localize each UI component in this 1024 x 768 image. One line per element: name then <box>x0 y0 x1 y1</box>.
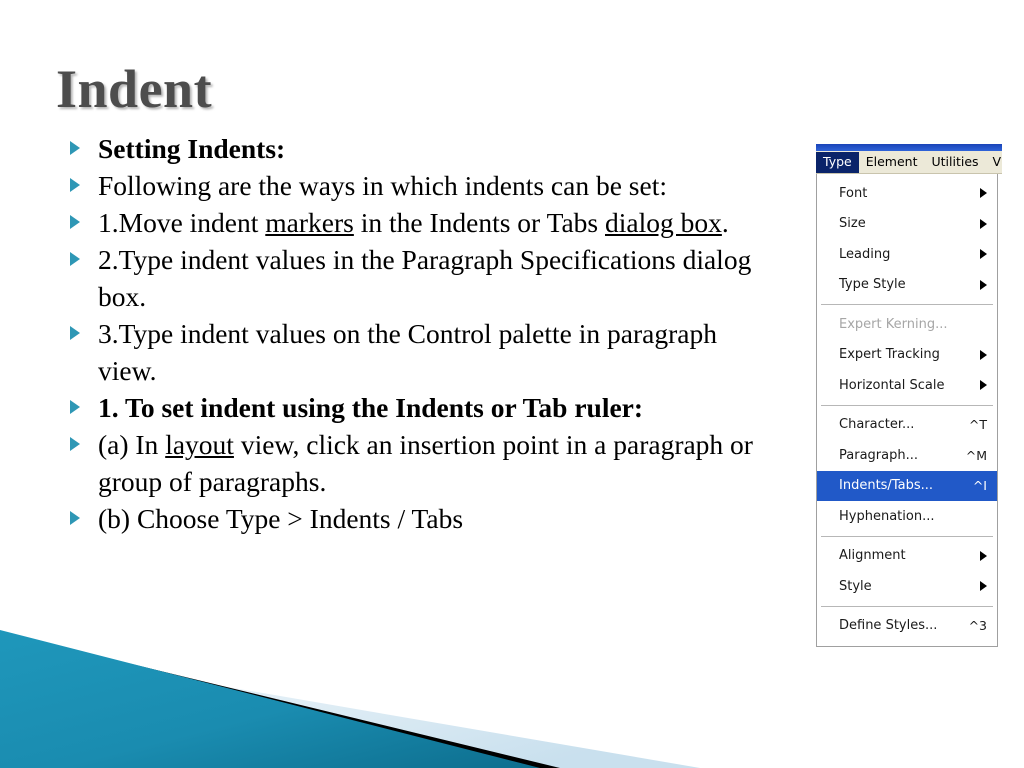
menu-item-label: Font <box>839 185 868 201</box>
triangle-bullet-icon <box>70 178 80 192</box>
text-run: (b) Choose Type > Indents / Tabs <box>98 503 464 534</box>
menu-item-label: Horizontal Scale <box>839 377 945 393</box>
menu-item-label: Hyphenation... <box>839 508 935 524</box>
list-item-text: (a) In layout view, click an insertion p… <box>98 429 753 497</box>
submenu-arrow-icon <box>980 249 987 260</box>
menu-item-horizontal-scale[interactable]: Horizontal Scale <box>817 370 997 401</box>
underlined-text: markers <box>265 207 354 238</box>
list-item: Setting Indents: <box>62 130 768 167</box>
list-item: (b) Choose Type > Indents / Tabs <box>62 500 768 537</box>
text-run: 2.Type indent values in the Paragraph Sp… <box>98 244 752 312</box>
underlined-text: layout <box>165 429 234 460</box>
menu-item-indents-tabs[interactable]: Indents/Tabs... ^I <box>817 470 997 501</box>
submenu-arrow-icon <box>980 218 987 229</box>
triangle-bullet-icon <box>70 437 80 451</box>
submenu-arrow-icon <box>980 380 987 391</box>
menu-item-shortcut: ^I <box>972 478 987 494</box>
triangle-bullet-icon <box>70 326 80 340</box>
menubar-item-v[interactable]: V <box>986 152 1002 173</box>
submenu-arrow-icon <box>980 188 987 199</box>
menu-item-label: Paragraph... <box>839 447 918 463</box>
text-run: (a) In <box>98 429 166 460</box>
menu-item-shortcut: ^T <box>968 417 987 433</box>
menu-item-define-styles[interactable]: Define Styles... ^3 <box>817 611 997 642</box>
menu-item-expert-tracking[interactable]: Expert Tracking <box>817 340 997 371</box>
menu-item-label: Indents/Tabs... <box>839 478 933 494</box>
list-item-text: 2.Type indent values in the Paragraph Sp… <box>98 244 751 312</box>
menu-item-label: Type Style <box>839 277 906 293</box>
triangle-bullet-icon <box>70 252 80 266</box>
menu-item-label: Expert Tracking <box>839 347 940 363</box>
menu-separator <box>821 605 993 607</box>
menu-item-alignment[interactable]: Alignment <box>817 541 997 572</box>
application-menubar: Type Element Utilities V <box>816 151 1002 174</box>
triangle-bullet-icon <box>70 215 80 229</box>
type-menu-dropdown: Font Size Leading Type Style Expert Kerning.… <box>816 174 998 647</box>
list-item: Following are the ways in which indents … <box>62 167 768 204</box>
type-menu-screenshot: Type Element Utilities V Font Size Leading Typ… <box>816 144 1002 692</box>
text-run: 1. To set indent using the Indents or Ta… <box>98 392 644 423</box>
menu-item-expert-kerning: Expert Kerning... <box>817 309 997 340</box>
list-item: 2.Type indent values in the Paragraph Sp… <box>62 241 768 315</box>
list-item: 3.Type indent values on the Control pale… <box>62 315 768 389</box>
list-item-text: 1.Move indent markers in the Indents or … <box>98 207 729 238</box>
menu-item-type-style[interactable]: Type Style <box>817 270 997 301</box>
menu-item-label: Character... <box>839 417 915 433</box>
menu-item-style[interactable]: Style <box>817 571 997 602</box>
menu-item-label: Expert Kerning... <box>839 316 948 332</box>
menu-item-leading[interactable]: Leading <box>817 239 997 270</box>
triangle-bullet-icon <box>70 511 80 525</box>
underlined-text: dialog box <box>605 207 722 238</box>
list-item: 1. To set indent using the Indents or Ta… <box>62 389 768 426</box>
pale-blue-wedge <box>0 648 700 768</box>
menu-item-character[interactable]: Character... ^T <box>817 410 997 441</box>
menu-item-shortcut: ^3 <box>968 618 987 634</box>
list-item-text: 3.Type indent values on the Control pale… <box>98 318 717 386</box>
menu-item-paragraph[interactable]: Paragraph... ^M <box>817 440 997 471</box>
menubar-item-utilities[interactable]: Utilities <box>924 152 985 173</box>
list-item-text: (b) Choose Type > Indents / Tabs <box>98 503 463 534</box>
text-run: Following are the ways in which indents … <box>98 170 667 201</box>
list-item-text: Following are the ways in which indents … <box>98 170 667 201</box>
text-run: 3.Type indent values on the Control pale… <box>98 318 717 386</box>
list-item-text: 1. To set indent using the Indents or Ta… <box>98 392 643 423</box>
bullet-list: Setting Indents: Following are the ways i… <box>62 130 768 537</box>
triangle-bullet-icon <box>70 400 80 414</box>
triangle-bullet-icon <box>70 141 80 155</box>
menu-separator <box>821 535 993 537</box>
black-diagonal-stripe <box>0 632 560 768</box>
menu-item-hyphenation[interactable]: Hyphenation... <box>817 501 997 532</box>
menu-item-size[interactable]: Size <box>817 209 997 240</box>
menu-separator <box>821 304 993 305</box>
menubar-item-element[interactable]: Element <box>859 152 925 173</box>
submenu-arrow-icon <box>980 279 987 290</box>
menu-item-label: Style <box>839 578 872 594</box>
slide-canvas: Indent Setting Indents: Following are the… <box>0 0 1024 768</box>
page-title: Indent <box>56 59 213 119</box>
menu-item-shortcut: ^M <box>965 447 987 463</box>
text-run: . <box>721 207 729 238</box>
menu-item-label: Leading <box>839 246 891 262</box>
menu-separator <box>821 404 993 406</box>
list-item: 1.Move indent markers in the Indents or … <box>62 204 768 241</box>
menu-item-label: Size <box>839 216 866 232</box>
menu-item-label: Alignment <box>839 548 906 564</box>
submenu-arrow-icon <box>980 349 987 360</box>
submenu-arrow-icon <box>980 581 987 592</box>
text-run: in the Indents or Tabs <box>353 207 605 238</box>
teal-wedge <box>0 630 540 768</box>
text-run: 1.Move indent <box>98 207 266 238</box>
text-run: Setting Indents: <box>98 133 286 164</box>
list-item-text: Setting Indents: <box>98 133 285 164</box>
list-item: (a) In layout view, click an insertion p… <box>62 426 768 500</box>
menu-item-label: Define Styles... <box>839 618 938 634</box>
menubar-item-type[interactable]: Type <box>816 151 859 173</box>
window-titlebar <box>816 144 1002 151</box>
menu-item-font[interactable]: Font <box>817 178 997 209</box>
submenu-arrow-icon <box>980 550 987 561</box>
